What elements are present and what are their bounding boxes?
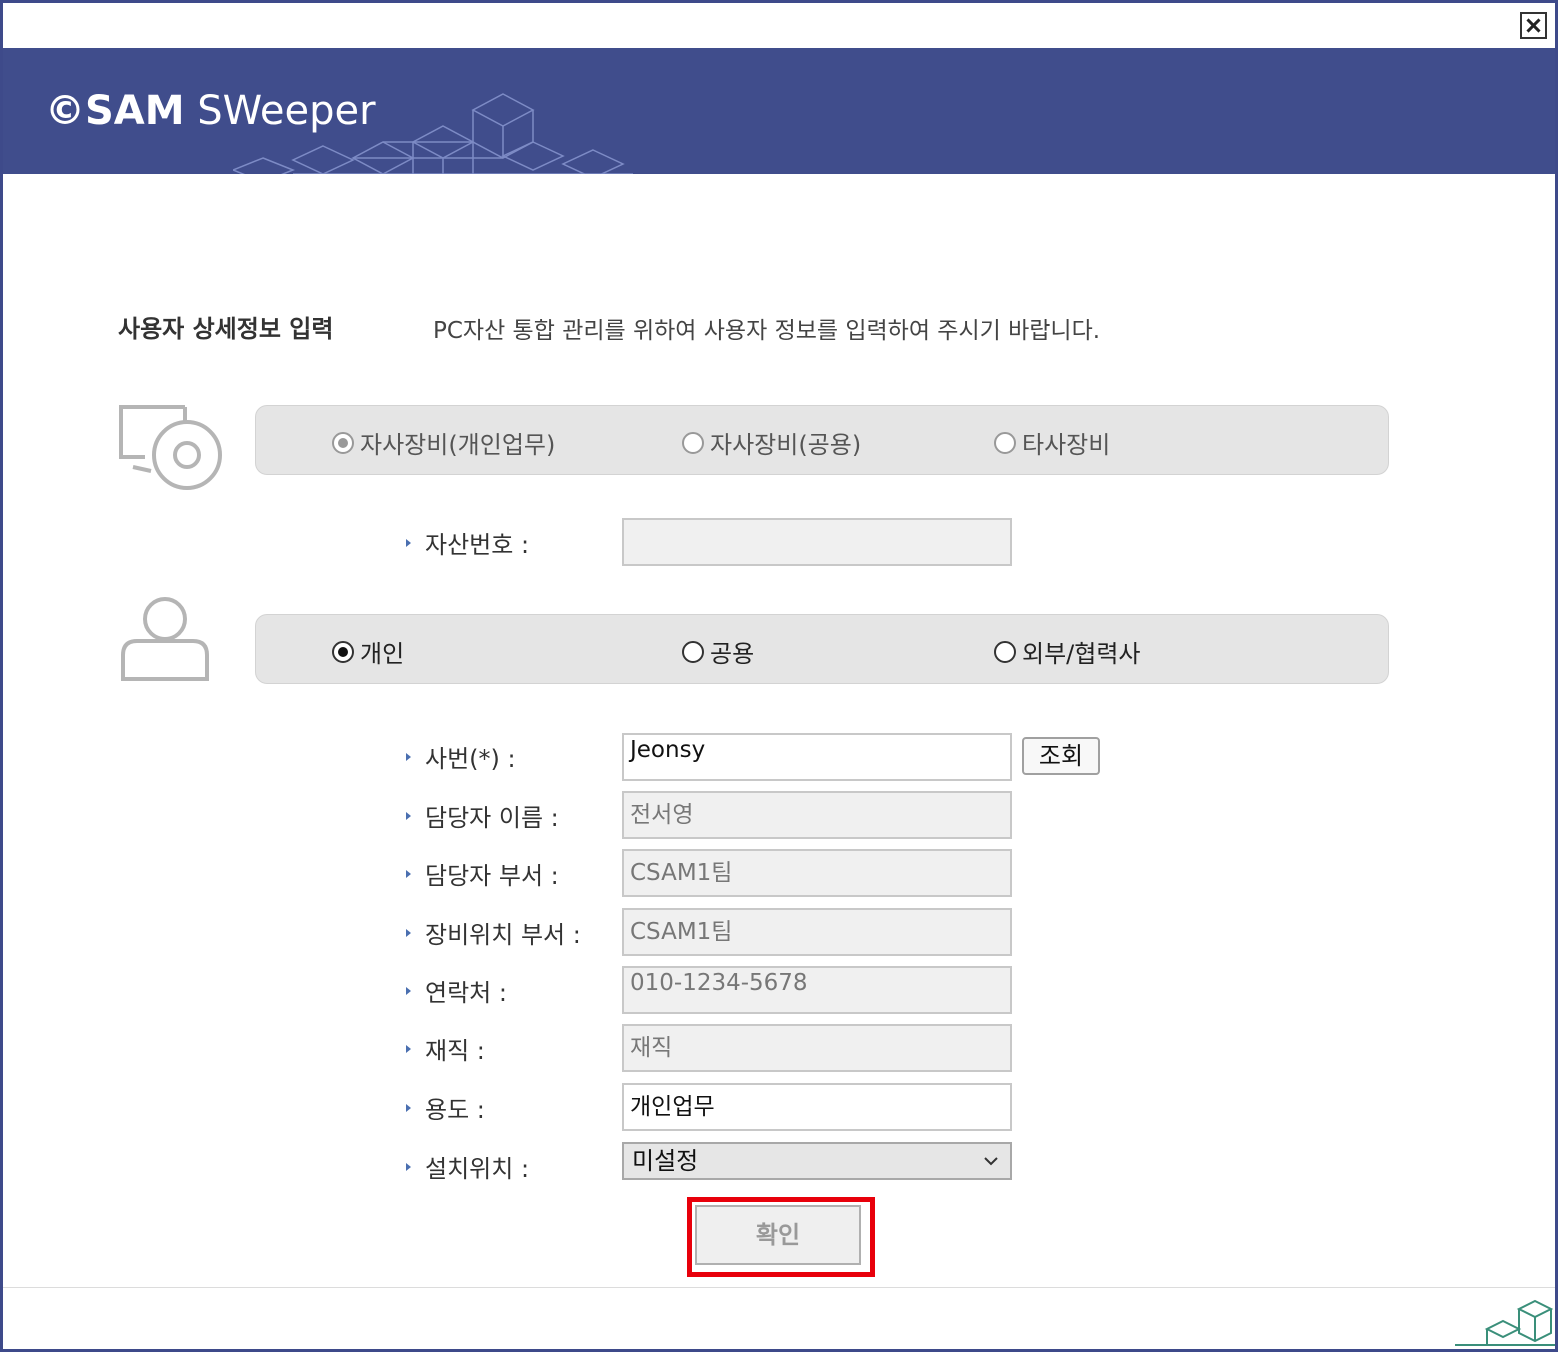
section-title: 사용자 상세정보 입력 bbox=[118, 315, 334, 343]
chevron-down-icon bbox=[984, 1157, 998, 1166]
manager-dept-input[interactable]: CSAM1팀 bbox=[622, 849, 1012, 897]
user-type-group: 개인 공용 외부/협력사 bbox=[255, 614, 1389, 684]
radio-empty-icon bbox=[994, 640, 1016, 663]
bullet-icon bbox=[406, 1044, 411, 1053]
purpose-input[interactable]: 개인업무 bbox=[622, 1083, 1012, 1131]
bullet-icon bbox=[406, 869, 411, 878]
bullet-icon bbox=[406, 1162, 411, 1171]
employee-id-label: 사번(*) : bbox=[406, 739, 516, 774]
bullet-icon bbox=[406, 986, 411, 995]
header-banner: ©SAM SWeeper bbox=[3, 48, 1555, 174]
pc-disc-icon bbox=[119, 405, 222, 490]
install-location-label: 설치위치 : bbox=[406, 1149, 529, 1184]
employment-input[interactable]: 재직 bbox=[622, 1024, 1012, 1072]
close-icon[interactable] bbox=[1520, 12, 1547, 39]
radio-other-company[interactable]: 타사장비 bbox=[994, 425, 1110, 460]
lookup-button[interactable]: 조회 bbox=[1022, 737, 1100, 775]
contact-label: 연락처 : bbox=[406, 973, 507, 1008]
radio-own-shared[interactable]: 자사장비(공용) bbox=[682, 425, 861, 460]
employment-label: 재직 : bbox=[406, 1031, 485, 1066]
radio-empty-icon bbox=[994, 431, 1016, 454]
bullet-icon bbox=[406, 928, 411, 937]
footer-cube-pattern-icon bbox=[1455, 1299, 1555, 1346]
purpose-label: 용도 : bbox=[406, 1090, 485, 1125]
radio-external-partner[interactable]: 외부/협력사 bbox=[994, 634, 1141, 669]
radio-own-personal[interactable]: 자사장비(개인업무) bbox=[332, 425, 555, 460]
bullet-icon bbox=[406, 811, 411, 820]
section-description: PC자산 통합 관리를 위하여 사용자 정보를 입력하여 주시기 바랍니다. bbox=[433, 318, 1101, 344]
confirm-button[interactable]: 확인 bbox=[695, 1205, 861, 1265]
user-info-dialog: ©SAM SWeeper 사용자 상세정보 입력 PC자산 통합 관리를 위하여… bbox=[3, 3, 1555, 1349]
install-location-select[interactable]: 미설정 bbox=[622, 1142, 1012, 1180]
manager-name-input[interactable]: 전서영 bbox=[622, 791, 1012, 839]
asset-number-input[interactable] bbox=[622, 518, 1012, 566]
bullet-icon bbox=[406, 1103, 411, 1112]
radio-empty-icon bbox=[682, 640, 704, 663]
equipment-type-group: 자사장비(개인업무) 자사장비(공용) 타사장비 bbox=[255, 405, 1389, 475]
location-dept-input[interactable]: CSAM1팀 bbox=[622, 908, 1012, 956]
title-bar bbox=[3, 3, 1555, 48]
employee-id-input[interactable]: Jeonsy bbox=[622, 733, 1012, 781]
banner-cube-pattern-icon bbox=[233, 93, 633, 174]
manager-name-label: 담당자 이름 : bbox=[406, 798, 559, 833]
bullet-icon bbox=[406, 538, 411, 547]
contact-input[interactable]: 010-1234-5678 bbox=[622, 966, 1012, 1014]
radio-personal[interactable]: 개인 bbox=[332, 634, 404, 669]
radio-empty-icon bbox=[682, 431, 704, 454]
radio-selected-icon bbox=[332, 640, 354, 663]
radio-selected-icon bbox=[332, 431, 354, 454]
location-dept-label: 장비위치 부서 : bbox=[406, 915, 581, 950]
radio-shared[interactable]: 공용 bbox=[682, 634, 754, 669]
user-icon bbox=[121, 597, 209, 681]
bullet-icon bbox=[406, 752, 411, 761]
asset-number-label: 자산번호 : bbox=[406, 525, 529, 560]
footer-divider bbox=[3, 1287, 1555, 1288]
manager-dept-label: 담당자 부서 : bbox=[406, 856, 559, 891]
